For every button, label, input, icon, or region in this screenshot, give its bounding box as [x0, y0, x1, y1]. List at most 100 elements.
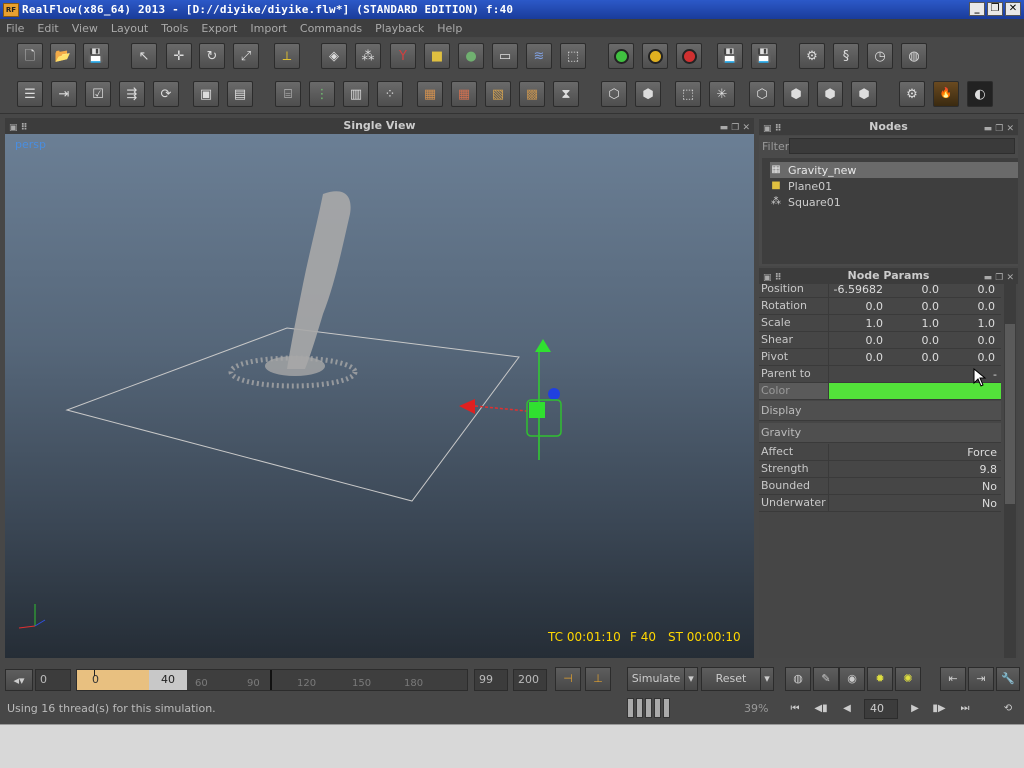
timeline-end-field[interactable]: 99: [474, 669, 508, 691]
rotate-tool-button[interactable]: ↻: [199, 43, 225, 69]
script-play-button[interactable]: §: [833, 43, 859, 69]
nodes-panel-menu-icon[interactable]: ▣ ⠿: [763, 121, 782, 137]
select-tool-button[interactable]: ↖: [131, 43, 157, 69]
param-value-y[interactable]: 0.0: [885, 334, 941, 347]
timeline-range-end[interactable]: 40: [149, 670, 187, 690]
save-scene-button[interactable]: 💾: [83, 43, 109, 69]
cache-green-button[interactable]: [608, 43, 634, 69]
param-value-x[interactable]: -6.59682: [829, 284, 885, 296]
param-row-pivot[interactable]: Pivot 0.0 0.0 0.0: [759, 349, 1001, 366]
timeline-track[interactable]: 40 0 60 90 120 150 180: [76, 669, 468, 691]
param-value-z[interactable]: 0.0: [941, 300, 997, 313]
param-value-y[interactable]: 0.0: [885, 284, 941, 296]
timeline-options-button[interactable]: ◂▾: [5, 669, 33, 691]
param-row-underwater[interactable]: Underwater No: [759, 495, 1001, 512]
gizmo-center-handle[interactable]: [529, 402, 545, 418]
close-button[interactable]: ✕: [1005, 2, 1021, 16]
param-row-shear[interactable]: Shear 0.0 0.0 0.0: [759, 332, 1001, 349]
texture-3-button[interactable]: ▧: [485, 81, 511, 107]
scene-list-button[interactable]: ☰: [17, 81, 43, 107]
view-particles-button[interactable]: ✹: [867, 667, 893, 691]
section-gravity[interactable]: Gravity: [759, 423, 1001, 443]
view-burst-button[interactable]: ✳: [709, 81, 735, 107]
param-row-parent-to[interactable]: Parent to -: [759, 366, 1001, 383]
go-to-start-button[interactable]: ⏮: [786, 700, 804, 718]
open-scene-button[interactable]: 📂: [50, 43, 76, 69]
export-all-button[interactable]: ⇶: [119, 81, 145, 107]
3d-viewport[interactable]: persp TC 00:01:10 F 40 ST 00:00:10: [5, 134, 754, 658]
menu-layout[interactable]: Layout: [111, 22, 148, 35]
export-checked-button[interactable]: ☑: [85, 81, 111, 107]
step-prev-frame-button[interactable]: ◀: [838, 700, 856, 718]
export-refresh-button[interactable]: ⟳: [153, 81, 179, 107]
section-display[interactable]: Display: [759, 401, 1001, 421]
add-mesh-button[interactable]: ●: [458, 43, 484, 69]
timer-play-button[interactable]: ◷: [867, 43, 893, 69]
menu-file[interactable]: File: [6, 22, 24, 35]
param-row-affect[interactable]: Affect Force: [759, 444, 1001, 461]
view-tool-2-button[interactable]: ✎: [813, 667, 839, 691]
relationship-button[interactable]: ⋮: [309, 81, 335, 107]
view-cube-1-button[interactable]: ⬡: [601, 81, 627, 107]
export-button[interactable]: ⇥: [51, 81, 77, 107]
menu-import[interactable]: Import: [250, 22, 287, 35]
scale-tool-button[interactable]: ⤢: [233, 43, 259, 69]
param-row-scale[interactable]: Scale 1.0 1.0 1.0: [759, 315, 1001, 332]
delete-cache-button[interactable]: 💾: [751, 43, 777, 69]
menu-playback[interactable]: Playback: [375, 22, 424, 35]
cache-yellow-button[interactable]: [642, 43, 668, 69]
param-row-position[interactable]: Position -6.59682 0.0 0.0: [759, 284, 1001, 298]
add-camera-button[interactable]: ▭: [492, 43, 518, 69]
timeline-max-field[interactable]: 200: [513, 669, 547, 691]
shade-flat-button[interactable]: ⬢: [783, 81, 809, 107]
menu-tools[interactable]: Tools: [161, 22, 188, 35]
add-object-button[interactable]: ◈: [321, 43, 347, 69]
view-cube-2-button[interactable]: ⬢: [635, 81, 661, 107]
shade-wire-button[interactable]: ⬡: [749, 81, 775, 107]
view-tool-1-button[interactable]: ◍: [785, 667, 811, 691]
menu-export[interactable]: Export: [201, 22, 237, 35]
ruler-button[interactable]: ▥: [343, 81, 369, 107]
particles-view-button[interactable]: ⁘: [377, 81, 403, 107]
step-back-button[interactable]: ⇤: [940, 667, 966, 691]
simulate-dropdown[interactable]: ▾: [684, 667, 698, 691]
move-tool-button[interactable]: ✛: [166, 43, 192, 69]
filter-input[interactable]: [789, 138, 1015, 154]
simulate-button[interactable]: Simulate: [627, 667, 685, 691]
keyframe-next-button[interactable]: ⊥: [585, 667, 611, 691]
scrollbar-thumb[interactable]: [1005, 324, 1015, 504]
param-value-x[interactable]: 1.0: [829, 317, 885, 330]
save-cache-button[interactable]: 💾: [717, 43, 743, 69]
gizmo-z-handle[interactable]: [548, 388, 560, 400]
step-next-frame-button[interactable]: ▶: [906, 700, 924, 718]
param-value-x[interactable]: 0.0: [829, 351, 885, 364]
reset-dropdown[interactable]: ▾: [760, 667, 774, 691]
param-row-color[interactable]: Color: [759, 383, 1001, 400]
render-button[interactable]: ⚙: [899, 81, 925, 107]
node-item-gravity[interactable]: ▦ Gravity_new: [770, 162, 1018, 178]
params-scrollbar[interactable]: [1004, 284, 1016, 658]
add-rigid-body-button[interactable]: ■: [424, 43, 450, 69]
playhead-marker[interactable]: [94, 670, 95, 676]
restore-button[interactable]: ❐: [987, 2, 1003, 16]
box-side-button[interactable]: ▤: [227, 81, 253, 107]
node-item-plane[interactable]: ■ Plane01: [770, 178, 1018, 194]
hourglass-button[interactable]: ⧗: [553, 81, 579, 107]
param-value[interactable]: 9.8: [829, 463, 1001, 476]
param-value-x[interactable]: 0.0: [829, 300, 885, 313]
graph-button[interactable]: ⌸: [275, 81, 301, 107]
param-value-z[interactable]: 0.0: [941, 351, 997, 364]
add-wave-button[interactable]: ≋: [526, 43, 552, 69]
param-value-y[interactable]: 1.0: [885, 317, 941, 330]
param-value-y[interactable]: 0.0: [885, 300, 941, 313]
view-particles-2-button[interactable]: ✺: [895, 667, 921, 691]
param-value-z[interactable]: 0.0: [941, 284, 997, 296]
timeline-cursor[interactable]: [270, 670, 272, 690]
batch-play-button[interactable]: ⚙: [799, 43, 825, 69]
param-value-y[interactable]: 0.0: [885, 351, 941, 364]
view-frame-button[interactable]: ⬚: [675, 81, 701, 107]
axis-tool-button[interactable]: ⟂: [274, 43, 300, 69]
box-front-button[interactable]: ▣: [193, 81, 219, 107]
timeline-start-field[interactable]: 0: [35, 669, 71, 691]
param-row-bounded[interactable]: Bounded No: [759, 478, 1001, 495]
